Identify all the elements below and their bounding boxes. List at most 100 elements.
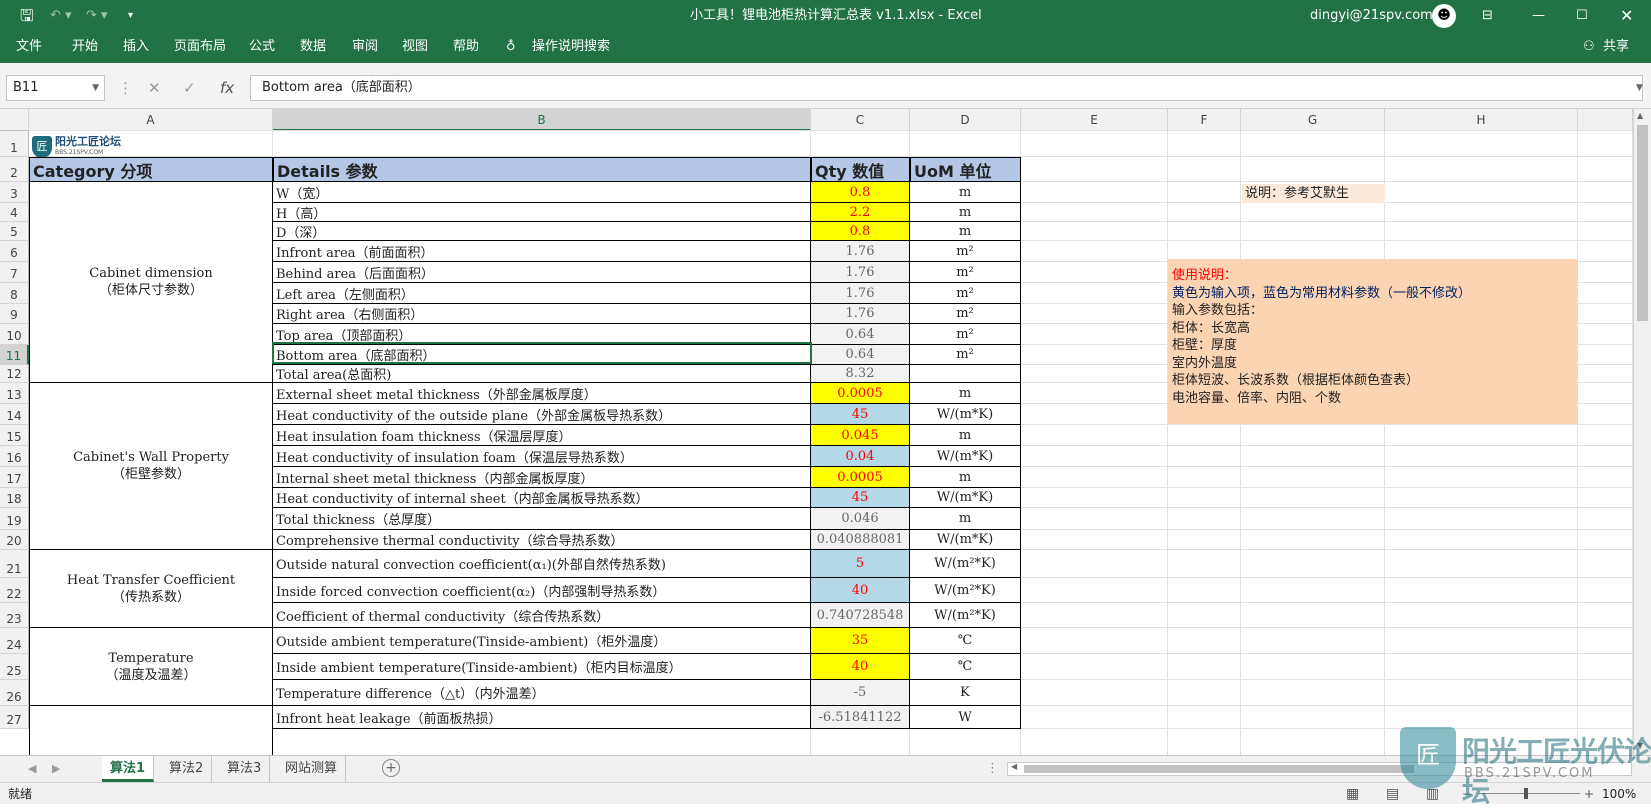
customize-quick-access-icon[interactable]: ▾ [128,0,133,31]
uom-cell[interactable]: m² [910,304,1021,324]
qty-cell[interactable]: 0.8 [811,182,910,203]
row-header[interactable]: 12 [0,365,29,383]
qty-cell[interactable]: -5 [811,680,910,706]
row-header[interactable]: 2 [0,157,29,182]
details-cell[interactable]: Behind area（后面面积） [273,262,811,283]
worksheet-grid[interactable]: A B C D E F G H 1 2 3 4 5 6 7 8 9 10 11 12 13 14 15 16 1… [0,109,1633,755]
vertical-scrollbar[interactable]: ▲ ▼ [1633,109,1651,755]
uom-cell[interactable]: m [910,467,1021,488]
row-header[interactable]: 26 [0,680,29,706]
row-header[interactable]: 9 [0,304,29,324]
qty-cell[interactable]: 35 [811,628,910,654]
uom-cell[interactable]: W/(m*K) [910,404,1021,425]
menu-formulas[interactable]: 公式 [249,31,275,63]
uom-cell[interactable]: W/(m*K) [910,488,1021,508]
qty-cell[interactable]: 0.040888081 [811,530,910,550]
column-header-b[interactable]: B [273,109,811,131]
row-header[interactable]: 7 [0,262,29,283]
category-temperature[interactable]: Temperature （温度及温差） [29,628,273,706]
row-header[interactable]: 25 [0,654,29,680]
normal-view-icon[interactable]: ▦ [1346,783,1359,805]
qty-cell[interactable]: 0.0005 [811,383,910,404]
qty-cell[interactable]: 40 [811,654,910,680]
menu-data[interactable]: 数据 [300,31,326,63]
ribbon-display-icon[interactable]: ⊟ [1482,0,1493,31]
name-box[interactable]: B11 ▼ [6,75,105,101]
scroll-left-icon[interactable]: ◀ [1011,762,1017,771]
uom-cell[interactable]: W/(m²*K) [910,603,1021,628]
user-account[interactable]: dingyi@21spv.com [1310,0,1433,31]
row-header[interactable]: 21 [0,550,29,578]
qty-cell[interactable]: 40 [811,578,910,603]
uom-cell[interactable]: m² [910,283,1021,304]
category-heat-leakage[interactable] [29,706,273,755]
column-header-f[interactable]: F [1168,109,1241,131]
uom-cell[interactable]: m [910,425,1021,446]
sheet-tab-1[interactable]: 算法1 [102,756,155,782]
minimize-icon[interactable]: — [1532,0,1545,31]
qty-cell[interactable]: 45 [811,488,910,508]
uom-cell[interactable]: K [910,680,1021,706]
note-reference[interactable]: 说明：参考艾默生 [1242,184,1385,203]
cancel-icon[interactable]: ✕ [148,75,161,101]
uom-cell[interactable]: ℃ [910,654,1021,680]
details-cell[interactable]: Internal sheet metal thickness（内部金属板厚度） [273,467,811,488]
qty-cell[interactable]: 45 [811,404,910,425]
details-cell[interactable]: Total thickness（总厚度） [273,508,811,530]
details-cell[interactable]: Heat conductivity of the outside plane（外… [273,404,811,425]
avatar[interactable]: ☻ [1432,4,1456,28]
details-cell[interactable]: Right area（右侧面积） [273,304,811,324]
hscroll-thumb[interactable] [1024,765,1414,773]
details-cell[interactable]: Infront heat leakage（前面板热损） [273,706,811,729]
save-icon[interactable]: 🖫 [20,0,34,31]
details-cell[interactable]: Heat conductivity of insulation foam（保温层… [273,446,811,467]
column-header-a[interactable]: A [29,109,273,131]
tab-scroll-right-icon[interactable]: ▶ [52,756,60,782]
insert-function-icon[interactable]: fx [220,75,234,101]
note-usage[interactable]: 使用说明： 黄色为输入项，蓝色为常用材料参数（一般不修改） 输入参数包括： 柜体… [1168,259,1578,424]
row-header[interactable]: 14 [0,404,29,425]
close-icon[interactable]: ✕ [1620,0,1633,31]
column-header-e[interactable]: E [1021,109,1168,131]
header-details[interactable]: Details 参数 [273,157,811,182]
formula-input[interactable]: Bottom area（底部面积） [250,75,1643,101]
details-cell[interactable]: Comprehensive thermal conductivity（综合导热系… [273,530,811,550]
row-header[interactable]: 5 [0,222,29,241]
details-cell[interactable]: Inside forced convection coefficient(α₂)… [273,578,811,603]
uom-cell[interactable]: W/(m²*K) [910,550,1021,578]
uom-cell[interactable]: W [910,706,1021,729]
qty-cell[interactable]: 0.8 [811,222,910,241]
qty-cell[interactable]: 1.76 [811,283,910,304]
row-header[interactable]: 23 [0,603,29,628]
row-header[interactable]: 19 [0,508,29,530]
menu-review[interactable]: 审阅 [352,31,378,63]
header-uom[interactable]: UoM 单位 [910,157,1021,182]
uom-cell[interactable]: m [910,203,1021,222]
uom-cell[interactable]: m [910,508,1021,530]
share-button[interactable]: 共享 [1603,31,1629,63]
row-header[interactable]: 27 [0,706,29,729]
column-header-h[interactable]: H [1385,109,1578,131]
menu-page-layout[interactable]: 页面布局 [174,31,226,63]
scroll-up-icon[interactable]: ▲ [1637,111,1643,120]
uom-cell[interactable]: m² [910,241,1021,262]
uom-cell[interactable]: ℃ [910,628,1021,654]
qty-cell[interactable]: 0.046 [811,508,910,530]
column-header-g[interactable]: G [1241,109,1385,131]
chevron-down-icon[interactable]: ▼ [92,76,99,100]
uom-cell[interactable]: m² [910,345,1021,365]
expand-formula-icon[interactable]: ▼ [1636,75,1643,101]
column-header-c[interactable]: C [811,109,910,131]
row-header[interactable]: 13 [0,383,29,404]
qty-cell[interactable]: 5 [811,550,910,578]
scroll-thumb[interactable] [1637,125,1648,321]
menu-help[interactable]: 帮助 [453,31,479,63]
row-header[interactable]: 18 [0,488,29,508]
category-cabinet-dimension[interactable]: Cabinet dimension （柜体尺寸参数） [29,182,273,383]
row-header[interactable]: 16 [0,446,29,467]
row-header[interactable]: 3 [0,182,29,203]
category-heat-transfer[interactable]: Heat Transfer Coefficient （传热系数） [29,550,273,628]
menu-insert[interactable]: 插入 [123,31,149,63]
qty-cell[interactable]: 8.32 [811,365,910,383]
row-header[interactable]: 6 [0,241,29,262]
